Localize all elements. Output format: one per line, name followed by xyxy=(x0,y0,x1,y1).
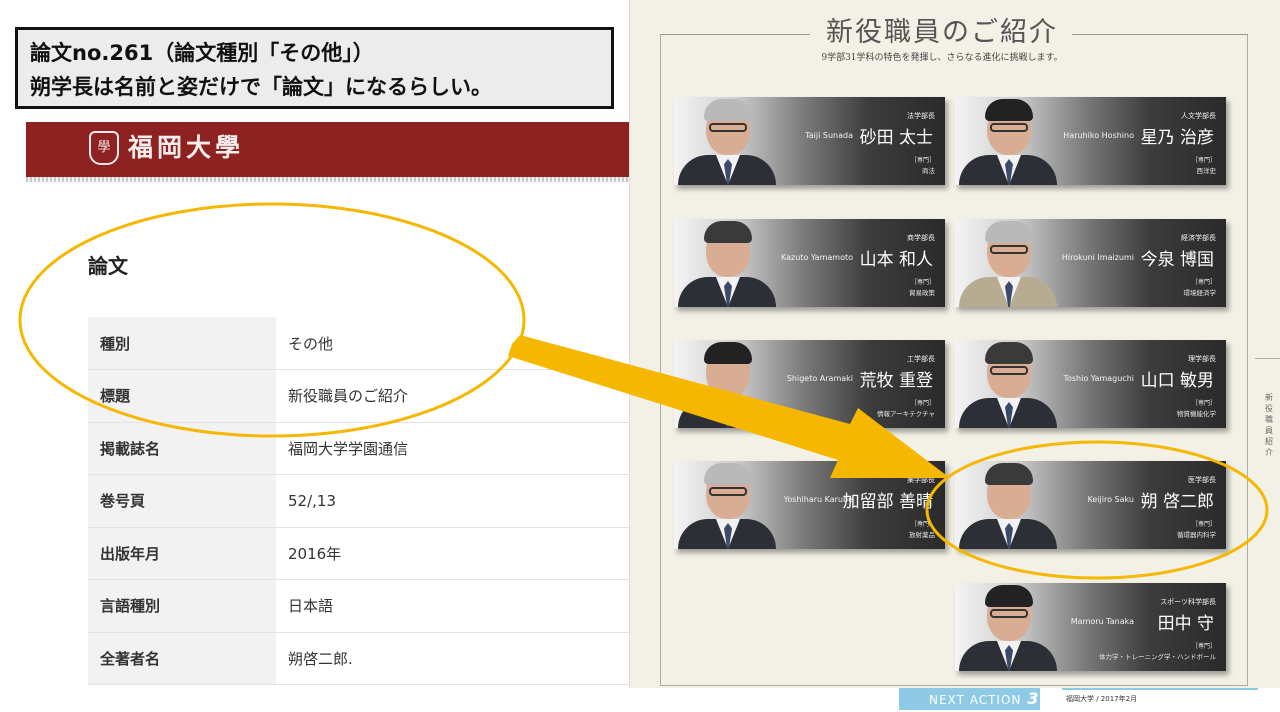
card-spec-label: ［専門］ xyxy=(1191,279,1216,286)
portrait-photo xyxy=(959,97,1057,185)
row-label: 種別 xyxy=(88,317,276,370)
table-row: 巻号頁 52/,13 xyxy=(88,474,630,528)
card-romaji: Kazuto Yamamoto xyxy=(781,253,853,262)
side-divider xyxy=(1255,358,1280,359)
card-name: 朔 啓二郎 xyxy=(1140,492,1214,512)
card-dept: 経済学部長 xyxy=(1181,234,1216,242)
card-dept: 薬学部長 xyxy=(907,476,935,484)
table-row: 標題 新役職員のご紹介 xyxy=(88,369,630,423)
card-spec-label: ［専門］ xyxy=(910,279,935,286)
caption-line-2: 朔学長は名前と姿だけで「論文」になるらしい。 xyxy=(30,75,492,99)
card-spec: 循環器内科学 xyxy=(1177,531,1216,539)
row-label: 標題 xyxy=(88,369,276,423)
card-name: 今泉 博国 xyxy=(1140,250,1214,270)
card-spec-label: ［専門］ xyxy=(910,521,935,528)
header-stripe xyxy=(26,177,630,182)
staff-card: 医学部長 Keijiro Saku 朔 啓二郎 ［専門］ 循環器内科学 xyxy=(955,461,1226,549)
side-vertical-text: 新役職員紹介 xyxy=(1265,393,1273,457)
card-spec: 放射薬品 xyxy=(909,531,935,539)
card-spec: 商法 xyxy=(922,167,935,175)
next-action-label: NEXT ACTION xyxy=(929,693,1022,707)
card-romaji: Taiji Sunada xyxy=(805,131,853,140)
card-dept: 工学部長 xyxy=(907,355,935,363)
table-row: 掲載誌名 福岡大学学園通信 xyxy=(88,422,630,475)
card-spec-label: ［専門］ xyxy=(1191,521,1216,528)
card-dept: 理学部長 xyxy=(1188,355,1216,363)
card-name: 加留部 善晴 xyxy=(842,492,933,512)
portrait-photo xyxy=(959,583,1057,671)
card-name: 山口 敏男 xyxy=(1140,371,1214,391)
card-name: 星乃 治彦 xyxy=(1140,128,1214,148)
magazine-subtitle: 9学部31学科の特色を発揮し、さらなる進化に挑戦します。 xyxy=(821,53,1063,63)
table-row: 出版年月 2016年 xyxy=(88,527,630,580)
row-label: 全著者名 xyxy=(88,632,276,685)
card-dept: 法学部長 xyxy=(907,112,935,120)
card-romaji: Toshio Yamaguchi xyxy=(1063,374,1134,383)
portrait-photo xyxy=(959,461,1057,549)
staff-card: 経済学部長 Hirokuni Imaizumi 今泉 博国 ［専門］ 環境経済学 xyxy=(955,219,1226,307)
row-value: 2016年 xyxy=(276,527,630,580)
card-name: 砂田 太士 xyxy=(859,128,933,148)
staff-card: 人文学部長 Haruhiko Hoshino 星乃 治彦 ［専門］ 西洋史 xyxy=(955,97,1226,185)
card-spec-label: ［専門］ xyxy=(1191,643,1216,650)
table-row: 言語種別 日本語 xyxy=(88,579,630,633)
card-dept: 人文学部長 xyxy=(1181,112,1216,120)
portrait-photo xyxy=(678,461,776,549)
card-romaji: Shigeto Aramaki xyxy=(786,374,853,383)
card-spec-label: ［専門］ xyxy=(1191,400,1216,407)
staff-card: 商学部長 Kazuto Yamamoto 山本 和人 ［専門］ 貿易政策 xyxy=(674,219,945,307)
university-logo[interactable]: 福岡大學 xyxy=(128,131,244,165)
card-spec-label: ［専門］ xyxy=(910,157,935,164)
row-label: 巻号頁 xyxy=(88,474,276,528)
portrait-photo xyxy=(678,219,776,307)
portrait-photo xyxy=(959,340,1057,428)
card-romaji: Mamoru Tanaka xyxy=(1070,617,1134,626)
card-spec: 環境経済学 xyxy=(1183,289,1217,297)
card-name: 荒牧 重登 xyxy=(859,371,933,391)
table-row: 全著者名 朔啓二郎. xyxy=(88,632,630,685)
staff-card: スポーツ科学部長 Mamoru Tanaka 田中 守 ［専門］ 体力学・トレーニング学… xyxy=(955,583,1226,671)
row-value: その他 xyxy=(276,317,630,370)
row-value: 福岡大学学園通信 xyxy=(276,422,630,475)
card-spec: 物質機能化学 xyxy=(1177,410,1216,418)
card-romaji: Hirokuni Imaizumi xyxy=(1061,253,1134,262)
table-row: 種別 その他 xyxy=(88,317,630,370)
next-action-number: 3 xyxy=(1027,689,1040,708)
card-spec: 西洋史 xyxy=(1196,167,1217,175)
staff-card: 工学部長 Shigeto Aramaki 荒牧 重登 ［専門］ 情報アーキテクチャ xyxy=(674,340,945,428)
caption-line-1: 論文no.261（論文種別「その他」） xyxy=(30,41,374,65)
row-value: 新役職員のご紹介 xyxy=(276,369,630,423)
section-title: 論文 xyxy=(88,254,128,278)
staff-card: 理学部長 Toshio Yamaguchi 山口 敏男 ［専門］ 物質機能化学 xyxy=(955,340,1226,428)
row-value: 朔啓二郎. xyxy=(276,632,630,685)
card-spec-label: ［専門］ xyxy=(910,400,935,407)
card-spec: 体力学・トレーニング学・ハンドボール xyxy=(1099,653,1216,661)
staff-card: 法学部長 Taiji Sunada 砂田 太士 ［専門］ 商法 xyxy=(674,97,945,185)
row-label: 掲載誌名 xyxy=(88,422,276,475)
card-name: 田中 守 xyxy=(1157,614,1214,634)
card-name: 山本 和人 xyxy=(859,250,933,270)
card-romaji: Haruhiko Hoshino xyxy=(1063,131,1134,140)
paper-info-table: 種別 その他 標題 新役職員のご紹介 掲載誌名 福岡大学学園通信 巻号頁 52/,13 … xyxy=(88,317,630,685)
card-romaji: Keijiro Saku xyxy=(1087,495,1134,504)
card-dept: スポーツ科学部長 xyxy=(1160,598,1216,606)
card-spec-label: ［専門］ xyxy=(1191,157,1216,164)
card-dept: 医学部長 xyxy=(1188,476,1216,484)
portrait-photo xyxy=(678,340,776,428)
card-spec: 情報アーキテクチャ xyxy=(876,410,935,418)
staff-card: 薬学部長 Yoshiharu Karube 加留部 善晴 ［専門］ 放射薬品 xyxy=(674,461,945,549)
next-action-banner: NEXT ACTION 3 xyxy=(899,688,1040,710)
footer-note: 福岡大学 / 2017年2月 xyxy=(1066,695,1138,703)
card-spec: 貿易政策 xyxy=(909,289,935,297)
portrait-photo xyxy=(959,219,1057,307)
row-value: 52/,13 xyxy=(276,474,630,528)
row-label: 言語種別 xyxy=(88,579,276,633)
card-dept: 商学部長 xyxy=(907,234,935,242)
row-label: 出版年月 xyxy=(88,527,276,580)
row-value: 日本語 xyxy=(276,579,630,633)
university-crest-icon[interactable]: 學 xyxy=(89,131,119,165)
caption-box: 論文no.261（論文種別「その他」） 朔学長は名前と姿だけで「論文」になるらし… xyxy=(15,27,614,109)
portrait-photo xyxy=(678,97,776,185)
magazine-title: 新役職員のご紹介 xyxy=(826,17,1058,48)
